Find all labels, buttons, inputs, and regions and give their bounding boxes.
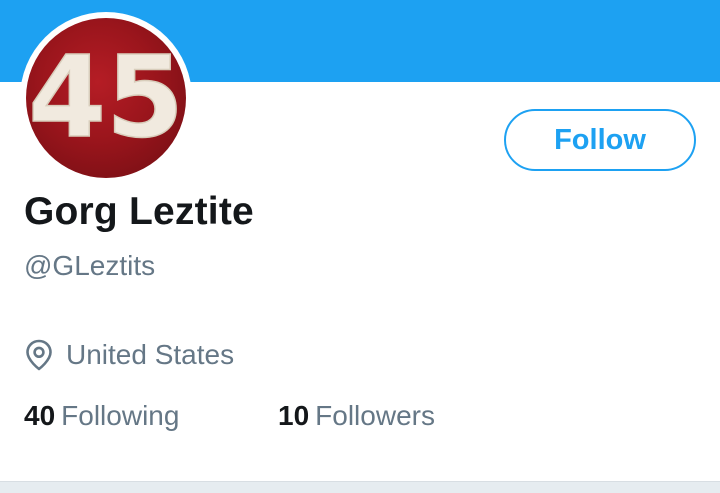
profile-avatar[interactable]: 45	[20, 12, 192, 184]
avatar-number-graphic: 45	[27, 32, 184, 164]
avatar-image: 45	[26, 18, 186, 178]
followers-link[interactable]: 10 Followers	[278, 400, 435, 432]
section-divider	[0, 481, 720, 493]
profile-location: United States	[24, 338, 234, 372]
follow-button[interactable]: Follow	[504, 109, 696, 171]
avatar-number: 45	[28, 33, 184, 163]
map-pin-icon	[24, 338, 54, 372]
followers-label: Followers	[315, 400, 435, 431]
following-count: 40	[24, 400, 56, 431]
following-label: Following	[61, 400, 180, 431]
profile-stats: 40 Following 10 Followers	[24, 400, 704, 434]
followers-count: 10	[278, 400, 310, 431]
following-link[interactable]: 40 Following	[24, 400, 179, 432]
display-name: Gorg Leztite	[24, 190, 254, 233]
location-text: United States	[66, 339, 235, 370]
user-handle: @GLeztits	[24, 250, 156, 281]
